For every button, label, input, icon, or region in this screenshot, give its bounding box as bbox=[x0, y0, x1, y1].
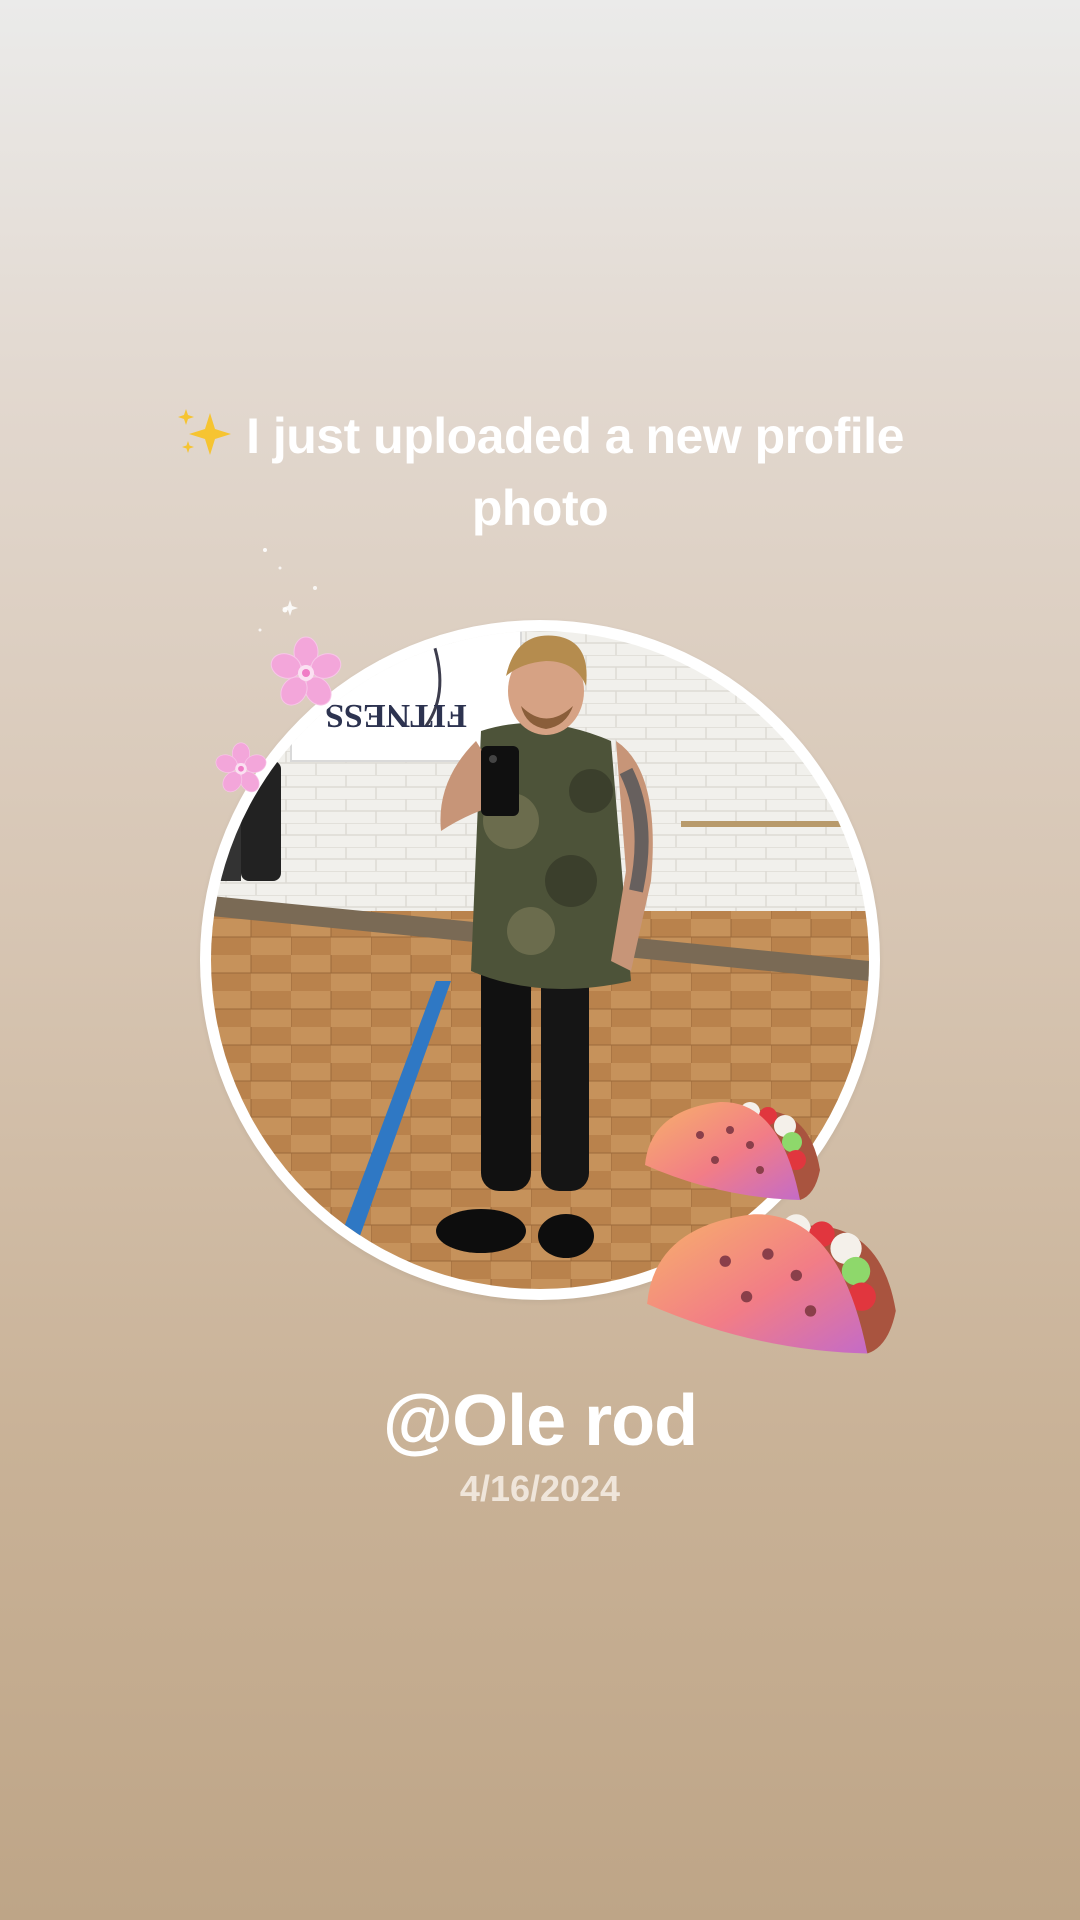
post-date: 4/16/2024 bbox=[459, 1468, 621, 1509]
cherry-blossom-icon bbox=[270, 636, 342, 706]
headline-text: I just uploaded a new profile photo bbox=[246, 408, 904, 536]
sparkles-icon bbox=[178, 409, 232, 455]
sign-text: FITNESS bbox=[325, 697, 467, 734]
cherry-blossom-small-icon bbox=[215, 742, 267, 793]
username-label[interactable]: @Ole rod bbox=[140, 1380, 940, 1462]
post-headline: I just uploaded a new profile photo bbox=[140, 400, 940, 544]
taco-large-icon bbox=[647, 1214, 896, 1354]
